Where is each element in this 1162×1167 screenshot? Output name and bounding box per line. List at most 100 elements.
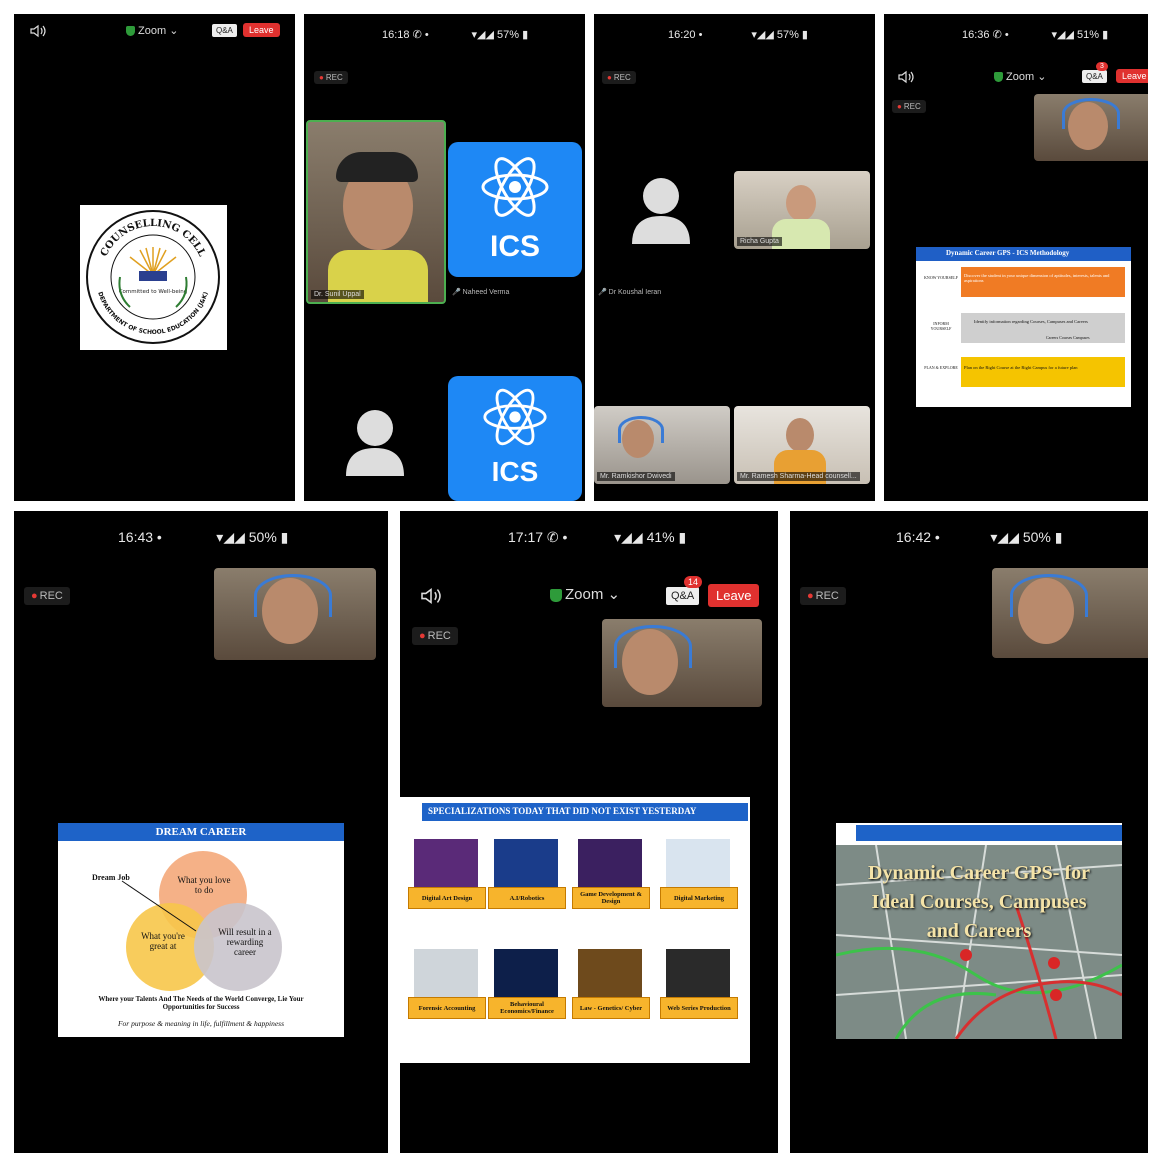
participant-name: Richa Gupta — [737, 237, 782, 246]
panel-meeting-ics: 16:18 ✆ • ▾◢◢ 57% ▮ ● REC Dr. Sunil Uppal… — [304, 14, 585, 501]
specialization-label: Law - Genetics/ Cyber — [572, 997, 650, 1019]
status-time: 16:42 — [896, 529, 932, 545]
video-tile-presenter[interactable] — [602, 619, 762, 707]
video-tile-ramkishor[interactable]: Mr. Ramkishor Dwivedi — [594, 406, 730, 484]
panel-ics-methodology: 16:36 ✆ • ▾◢◢ 51% ▮ Zoom ⌄ Q&A 3 Leave ●… — [884, 14, 1148, 501]
specialization-image — [578, 839, 642, 891]
rec-indicator: ● REC — [24, 587, 70, 605]
chevron-down-icon: ⌄ — [607, 586, 621, 603]
row-text: Identify information regarding Courses, … — [974, 319, 1088, 324]
row-text: Discover the student in your unique dime… — [964, 273, 1110, 283]
status-bar: 16:43 • ▾◢◢ 50% ▮ — [118, 529, 289, 545]
panel-dream-career: 16:43 • ▾◢◢ 50% ▮ ● REC DREAM CAREER Drea… — [14, 511, 388, 1153]
great-label: What you're great at — [141, 931, 185, 951]
chevron-down-icon: ⌄ — [1037, 71, 1047, 83]
zoom-menu[interactable]: Zoom ⌄ — [994, 70, 1046, 83]
battery-level: 57% — [776, 29, 799, 41]
slide-ics-methodology: Dynamic Career GPS - ICS Methodology KNO… — [916, 247, 1131, 407]
rec-indicator: ● REC — [892, 100, 926, 113]
battery-level: 57% — [497, 29, 520, 41]
participant-name: 🎤 Dr Koushal Ieran — [598, 289, 662, 296]
status-time: 17:17 — [508, 529, 544, 545]
leave-button[interactable]: Leave — [708, 584, 760, 607]
zoom-menu[interactable]: Zoom ⌄ — [126, 24, 178, 37]
qa-badge: 3 — [1096, 62, 1108, 71]
avatar-placeholder-icon — [632, 178, 690, 244]
specialization-label: A.I/Robotics — [488, 887, 566, 909]
video-tile-presenter[interactable] — [1034, 94, 1148, 161]
specialization-image — [578, 949, 642, 1001]
ics-label: ICS — [489, 230, 540, 263]
avatar-placeholder-icon — [346, 410, 404, 476]
qa-badge: 14 — [684, 576, 703, 588]
specialization-label: Game Development & Design — [572, 887, 650, 909]
qa-button[interactable]: Q&A — [1082, 70, 1107, 83]
status-bar: 16:42 • ▾◢◢ 50% ▮ — [896, 529, 1063, 545]
ics-tile-bottom[interactable]: ICS — [448, 376, 582, 501]
panel-counselling-cell: Zoom ⌄ Q&A Leave COUNSELLING CELL DEPART… — [14, 14, 295, 501]
video-tile-presenter[interactable] — [214, 568, 376, 660]
panel-career-gps: 16:42 • ▾◢◢ 50% ▮ ● REC Dynamic Career GP… — [790, 511, 1148, 1153]
slide-title: Dynamic Career GPS- for Ideal Courses, C… — [868, 862, 1090, 942]
counselling-cell-logo: COUNSELLING CELL DEPARTMENT OF SCHOOL ED… — [80, 205, 227, 350]
slide-dream-career: DREAM CAREER Dream Job What you love to … — [58, 823, 344, 1037]
slide-caption: Where your Talents And The Needs of the … — [98, 995, 304, 1011]
status-bar: 16:18 ✆ • ▾◢◢ 57% ▮ — [382, 29, 529, 41]
video-tile-presenter[interactable] — [992, 568, 1148, 658]
specialization-label: Digital Marketing — [660, 887, 738, 909]
zoom-menu[interactable]: Zoom ⌄ — [550, 585, 620, 603]
rec-indicator: ● REC — [800, 587, 846, 605]
love-label: What you love to do — [177, 875, 231, 895]
speaker-icon[interactable] — [420, 587, 442, 605]
battery-level: 41% — [646, 529, 675, 545]
qa-button[interactable]: Q&A — [212, 24, 237, 37]
slide-specializations: SPECIALIZATIONS TODAY THAT DID NOT EXIST… — [400, 797, 750, 1063]
participant-name: Dr. Sunil Uppal — [311, 290, 364, 299]
speaker-icon[interactable] — [30, 24, 46, 38]
row-subtext: Careers Courses Campuses — [1046, 335, 1090, 340]
row-label: PLAN & EXPLORE — [924, 365, 958, 370]
reward-label: Will result in a rewarding career — [218, 927, 272, 957]
row-label: INFORM YOURSELF — [930, 321, 952, 331]
shield-icon — [994, 72, 1003, 83]
zoom-label: Zoom — [138, 25, 167, 37]
leave-button[interactable]: Leave — [1116, 69, 1148, 83]
battery-level: 51% — [1077, 29, 1100, 41]
ics-label: ICS — [491, 456, 539, 487]
specialization-label: Web Series Production — [660, 997, 738, 1019]
status-bar: 17:17 ✆ • ▾◢◢ 41% ▮ — [508, 529, 687, 545]
row-label: KNOW YOURSELF — [924, 275, 958, 280]
panel-specializations: 17:17 ✆ • ▾◢◢ 41% ▮ Zoom ⌄ Q&A 14 Leave … — [400, 511, 778, 1153]
logo-motto: Committed to Well-being — [119, 289, 188, 295]
participant-name: Mr. Ramkishor Dwivedi — [597, 472, 675, 481]
slide-title: Dynamic Career GPS - ICS Methodology — [946, 249, 1070, 257]
video-tile-richa[interactable]: Richa Gupta — [734, 171, 870, 249]
specialization-image — [494, 949, 558, 1001]
row-text: Plan on the Right Course at the Right Ca… — [964, 365, 1078, 370]
speaker-icon[interactable] — [898, 70, 914, 84]
participant-name: Mr. Ramesh Sharma-Head counsell... — [737, 472, 860, 481]
shield-icon — [550, 588, 562, 602]
video-tile-sunil[interactable]: Dr. Sunil Uppal — [306, 120, 446, 304]
qa-button[interactable]: Q&A — [666, 587, 700, 605]
slide-career-gps: Dynamic Career GPS- for Ideal Courses, C… — [836, 823, 1122, 1039]
battery-level: 50% — [248, 529, 277, 545]
specialization-image — [414, 949, 478, 1001]
chevron-down-icon: ⌄ — [169, 25, 179, 37]
video-tile-ramesh[interactable]: Mr. Ramesh Sharma-Head counsell... — [734, 406, 870, 484]
slide-motto: For purpose & meaning in life, fulfillme… — [117, 1019, 285, 1028]
status-time: 16:18 — [382, 29, 410, 41]
rec-indicator: ● REC — [602, 71, 636, 84]
specialization-label: Behavioural Economics/Finance — [488, 997, 566, 1019]
specialization-image — [494, 839, 558, 891]
participant-name: 🎤 Naheed Verma — [452, 289, 510, 296]
leave-button[interactable]: Leave — [243, 23, 280, 37]
shield-icon — [126, 26, 135, 37]
ics-tile-top[interactable]: ICS — [448, 142, 582, 277]
slide-title: SPECIALIZATIONS TODAY THAT DID NOT EXIST… — [428, 806, 697, 816]
status-bar: 16:20 • ▾◢◢ 57% ▮ — [668, 29, 808, 41]
atom-icon — [481, 157, 549, 217]
battery-level: 50% — [1022, 529, 1051, 545]
rec-indicator: ● REC — [314, 71, 348, 84]
status-time: 16:43 — [118, 529, 154, 545]
